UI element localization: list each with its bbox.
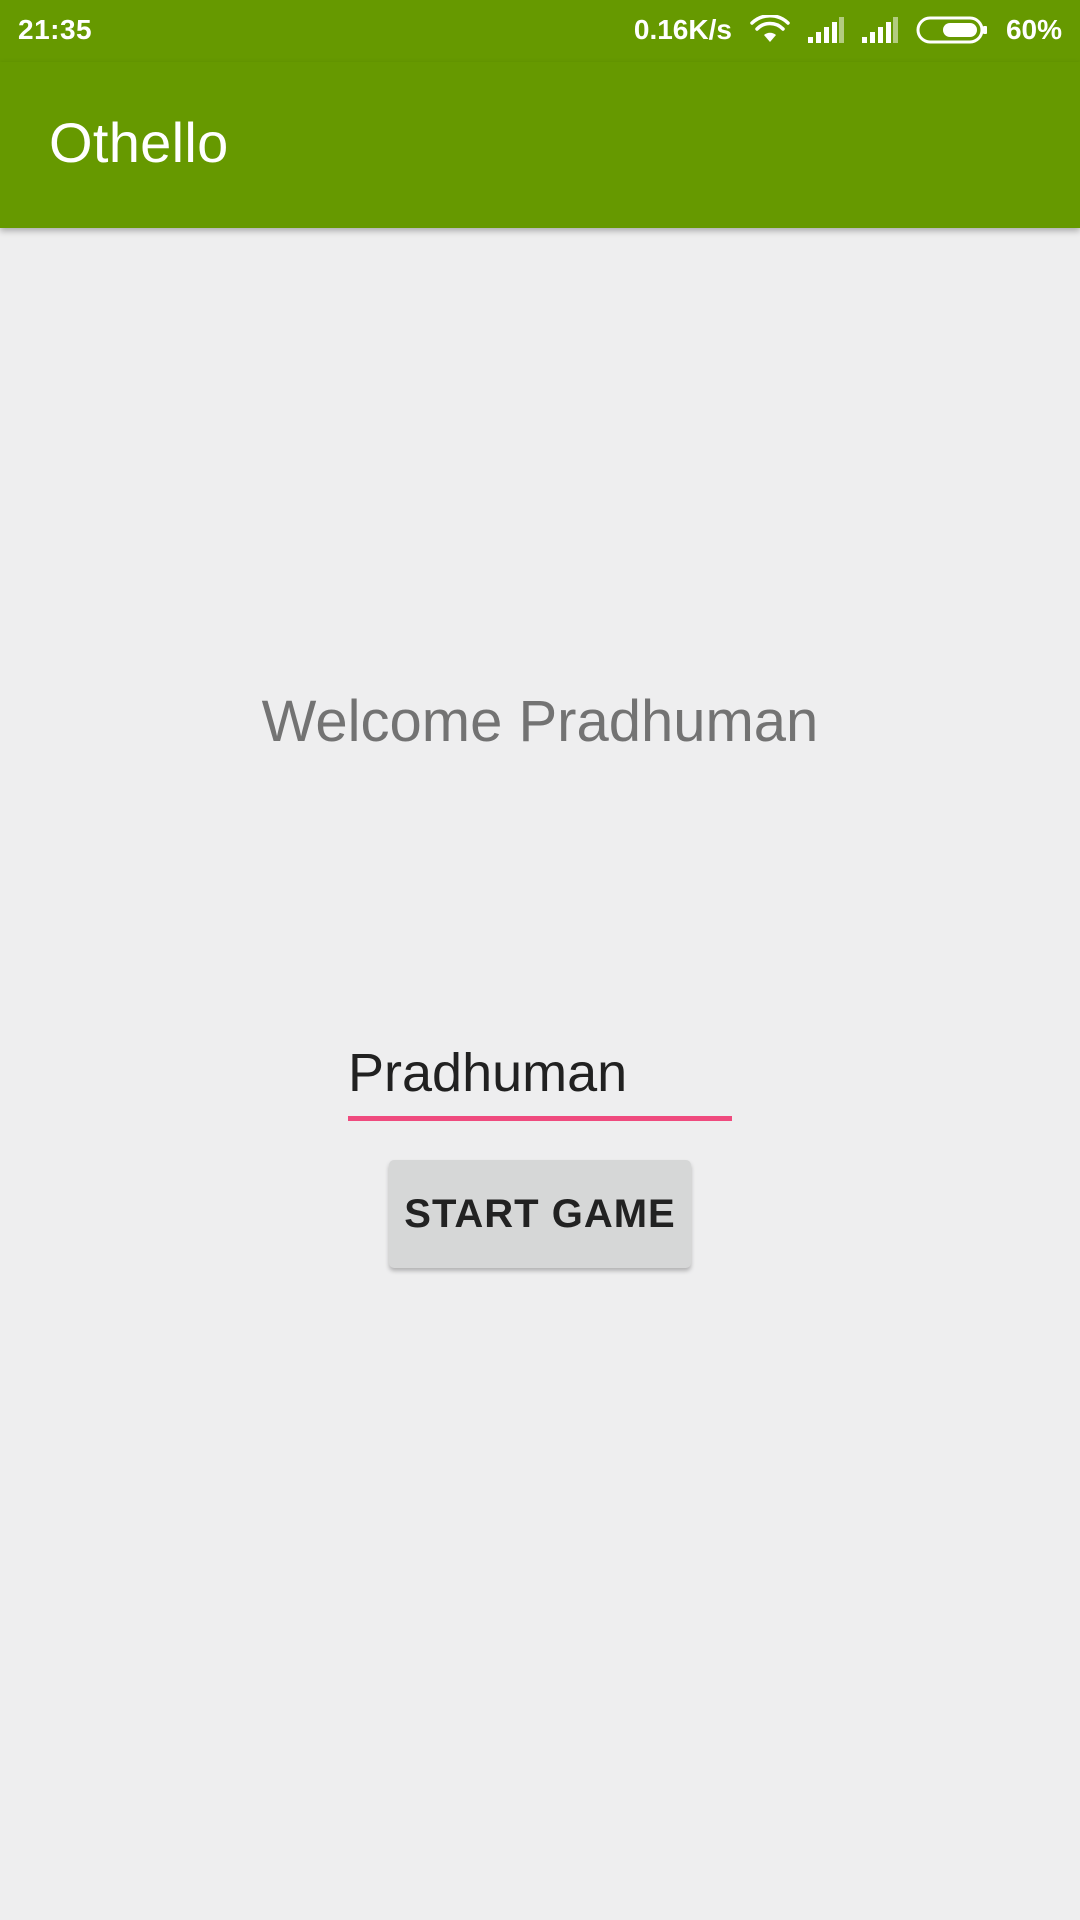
signal-icon bbox=[861, 17, 898, 43]
signal-icon bbox=[807, 17, 844, 43]
app-title: Othello bbox=[49, 111, 229, 174]
battery-percent: 60% bbox=[1005, 14, 1062, 45]
battery-icon bbox=[916, 16, 988, 44]
app-bar: Othello bbox=[0, 62, 1080, 228]
status-bar: 21:35 0.16K/s 60% bbox=[0, 0, 1080, 62]
wifi-icon bbox=[750, 15, 790, 45]
status-time: 21:35 bbox=[18, 14, 93, 45]
name-input[interactable] bbox=[348, 1035, 732, 1121]
status-icons: 0.16K/s 60% bbox=[634, 10, 1062, 50]
network-speed: 0.16K/s bbox=[633, 14, 732, 45]
start-game-button[interactable]: START GAME bbox=[389, 1160, 691, 1268]
welcome-text: Welcome Pradhuman bbox=[261, 689, 819, 754]
screen: 21:35 0.16K/s 60% Othello Welcome Pradhu… bbox=[0, 0, 1080, 1920]
